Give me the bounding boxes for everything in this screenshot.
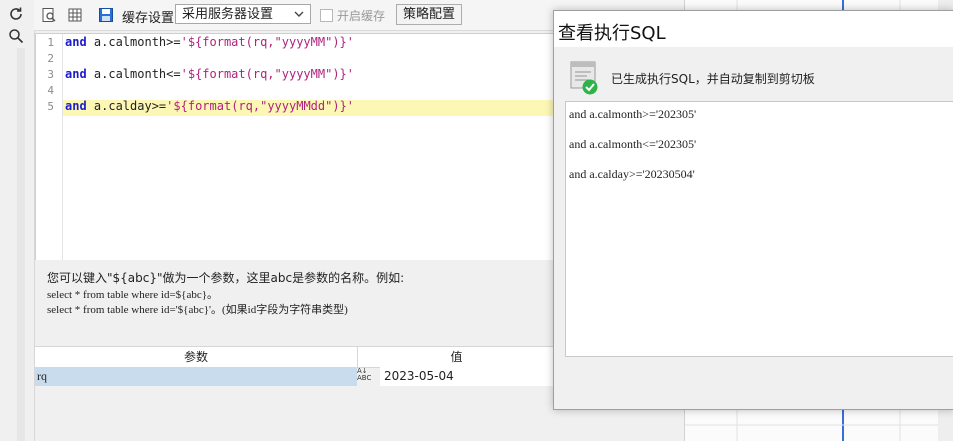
line-number: 3 <box>47 68 54 81</box>
code-text: a.calday>= <box>86 99 167 113</box>
dialog-titlebar[interactable]: 查看执行SQL <box>554 11 953 47</box>
column-header-value[interactable]: 值 <box>358 347 555 367</box>
save-icon[interactable] <box>96 5 116 25</box>
cache-settings-select[interactable]: 采用服务器设置 <box>175 4 311 24</box>
dropdown-arrow-icon[interactable] <box>290 5 308 23</box>
code-text: a.calmonth<= <box>86 67 181 81</box>
dialog-title: 查看执行SQL <box>558 23 666 44</box>
success-check-icon <box>570 61 600 95</box>
code-keyword: and <box>65 67 87 81</box>
type-icon-bottom: ABC <box>357 374 372 382</box>
code-string: '${format(rq,"yyyyMM")}' <box>180 35 354 49</box>
view-sql-dialog[interactable]: 查看执行SQL 已生成执行SQL，并自动复制到剪切板 and a.calmont… <box>553 10 953 410</box>
policy-config-button[interactable]: 策略配置 <box>396 4 462 25</box>
sql-line: and a.calmonth>='202305' <box>569 107 697 121</box>
help-example: select * from table where id=${abc}。 <box>47 289 219 301</box>
table-row[interactable]: rq A↓ ABC 2023-05-04 <box>35 367 559 386</box>
code-line: and a.calmonth<='${format(rq,"yyyyMM")}' <box>65 67 354 81</box>
help-line: 您可以键入"${abc}"做为一个参数，这里abc是参数的名称。例如: <box>47 271 405 285</box>
param-name-cell[interactable]: rq <box>35 367 357 386</box>
code-string: '${format(rq,"yyyyMM")}' <box>180 67 354 81</box>
preview-icon[interactable] <box>39 5 59 25</box>
parameters-table: 参数 值 rq A↓ ABC 2023-05-04 <box>35 344 559 441</box>
dialog-message: 已生成执行SQL，并自动复制到剪切板 <box>611 72 815 86</box>
parameter-help: 您可以键入"${abc}"做为一个参数，这里abc是参数的名称。例如: sele… <box>35 260 557 344</box>
text-type-icon[interactable]: A↓ ABC <box>357 368 379 386</box>
sql-line: and a.calmonth<='202305' <box>569 137 697 151</box>
search-icon[interactable] <box>3 26 29 46</box>
checkbox-box[interactable] <box>320 9 333 22</box>
code-string: '${format(rq,"yyyyMMdd")}' <box>166 99 355 113</box>
line-number: 4 <box>47 84 54 97</box>
code-line: and a.calmonth>='${format(rq,"yyyyMM")}' <box>65 35 354 49</box>
code-keyword: and <box>65 99 87 113</box>
rail-scrollbar[interactable] <box>17 48 25 441</box>
enable-cache-label: 开启缓存 <box>337 9 386 23</box>
cache-select-value: 采用服务器设置 <box>182 7 274 22</box>
line-number-gutter: 1 2 3 4 5 <box>36 34 63 260</box>
enable-cache-checkbox[interactable]: 开启缓存 <box>320 7 385 24</box>
line-number: 1 <box>47 36 54 49</box>
sql-line: and a.calday>='20230504' <box>569 167 695 181</box>
cache-settings-label: 缓存设置 <box>122 11 175 26</box>
param-value-input[interactable]: 2023-05-04 <box>380 367 559 386</box>
line-number: 2 <box>47 52 54 65</box>
column-header-param[interactable]: 参数 <box>35 347 358 367</box>
code-keyword: and <box>65 35 87 49</box>
sql-editor[interactable]: 1 2 3 4 5 and a.calmonth>='${format(rq,"… <box>35 33 559 261</box>
help-example: select * from table where id='${abc}'。(如… <box>47 304 348 316</box>
refresh-icon[interactable] <box>3 4 29 24</box>
code-line: and a.calday>='${format(rq,"yyyyMMdd")}' <box>65 99 354 113</box>
grid-icon[interactable] <box>65 5 85 25</box>
line-number: 5 <box>47 100 54 113</box>
generated-sql-textarea[interactable]: and a.calmonth>='202305' and a.calmonth<… <box>565 101 953 357</box>
table-header: 参数 值 <box>35 346 555 368</box>
left-rail <box>0 0 35 441</box>
code-text: a.calmonth>= <box>86 35 181 49</box>
